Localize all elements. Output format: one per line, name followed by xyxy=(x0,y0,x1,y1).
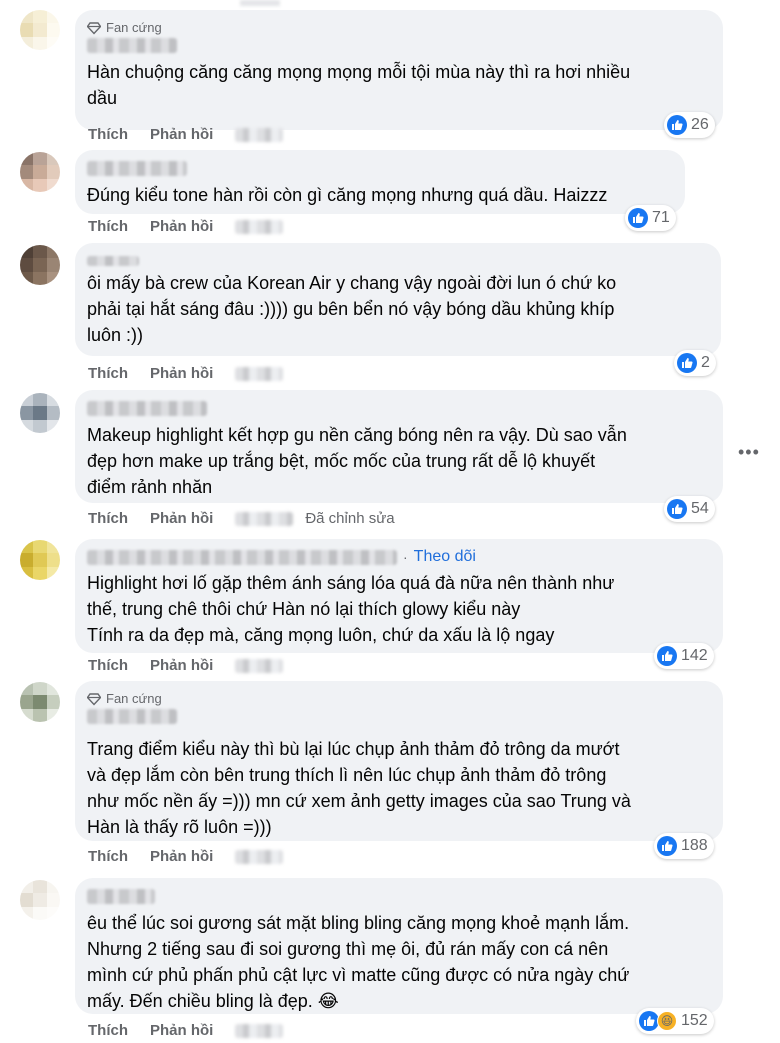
fan-badge-label: Fan cứng xyxy=(106,20,162,35)
like-reaction-icon xyxy=(639,1011,659,1031)
author-name[interactable] xyxy=(87,401,207,416)
avatar[interactable] xyxy=(20,682,60,722)
reaction-count[interactable]: 142 xyxy=(654,643,714,669)
reaction-number: 71 xyxy=(652,209,670,226)
like-button[interactable]: Thích xyxy=(88,510,128,527)
comment-actions: Thích Phản hồi xyxy=(88,126,284,143)
reaction-number: 152 xyxy=(681,1012,708,1029)
reply-button[interactable]: Phản hồi xyxy=(150,510,213,527)
haha-reaction-icon: 😆 xyxy=(657,1011,677,1031)
comment-bubble: êu thể lúc soi gương sát mặt bling bling… xyxy=(75,878,723,1014)
reaction-number: 2 xyxy=(701,354,710,371)
author-name[interactable] xyxy=(87,549,397,565)
author-name[interactable] xyxy=(87,38,177,53)
comment-bubble: Fan cứng Hàn chuộng căng căng mọng mọng … xyxy=(75,10,723,130)
diamond-icon xyxy=(87,21,101,35)
timestamp[interactable] xyxy=(235,849,284,864)
reaction-count[interactable]: 2 xyxy=(674,350,716,376)
like-button[interactable]: Thích xyxy=(88,848,128,865)
comment-actions: Thích Phản hồi xyxy=(88,365,284,382)
follow-button[interactable]: Theo dõi xyxy=(414,548,476,566)
reaction-number: 188 xyxy=(681,837,708,854)
comment-text: Hàn chuộng căng căng mọng mọng mỗi tội m… xyxy=(87,62,631,108)
like-reaction-icon xyxy=(667,499,687,519)
like-button[interactable]: Thích xyxy=(88,657,128,674)
reply-button[interactable]: Phản hồi xyxy=(150,848,213,865)
reaction-count[interactable]: 71 xyxy=(625,205,676,231)
author-name[interactable] xyxy=(87,709,177,724)
reaction-number: 26 xyxy=(691,116,709,133)
reply-button[interactable]: Phản hồi xyxy=(150,126,213,143)
author-name[interactable] xyxy=(87,889,155,904)
author-name[interactable] xyxy=(87,161,187,176)
like-reaction-icon xyxy=(677,353,697,373)
avatar[interactable] xyxy=(20,393,60,433)
like-reaction-icon xyxy=(657,646,677,666)
comment-actions: Thích Phản hồi xyxy=(88,1022,284,1039)
comment-bubble: Fan cứng Trang điểm kiểu này thì bù lại … xyxy=(75,681,723,841)
comment-text: Đúng kiểu tone hàn rồi còn gì căng mọng … xyxy=(87,185,608,205)
comment-text: Trang điểm kiểu này thì bù lại lúc chụp … xyxy=(87,739,631,837)
fan-badge: Fan cứng xyxy=(87,19,711,36)
diamond-icon xyxy=(87,692,101,706)
like-reaction-icon xyxy=(657,836,677,856)
avatar[interactable] xyxy=(20,10,60,50)
reply-button[interactable]: Phản hồi xyxy=(150,1022,213,1039)
timestamp[interactable] xyxy=(235,658,284,673)
like-reaction-icon xyxy=(667,115,687,135)
like-button[interactable]: Thích xyxy=(88,1022,128,1039)
timestamp[interactable] xyxy=(235,219,284,234)
comment-bubble: Makeup highlight kết hợp gu nền căng bón… xyxy=(75,390,723,503)
comment-bubble: Đúng kiểu tone hàn rồi còn gì căng mọng … xyxy=(75,150,685,214)
timestamp[interactable] xyxy=(235,127,284,142)
timestamp[interactable] xyxy=(235,366,284,381)
avatar[interactable] xyxy=(20,540,60,580)
reaction-count[interactable]: 54 xyxy=(664,496,715,522)
like-button[interactable]: Thích xyxy=(88,218,128,235)
reply-button[interactable]: Phản hồi xyxy=(150,365,213,382)
comment-actions: Thích Phản hồi xyxy=(88,657,284,674)
comment-bubble: ôi mấy bà crew của Korean Air y chang vậ… xyxy=(75,243,721,356)
like-button[interactable]: Thích xyxy=(88,365,128,382)
comment-actions: Thích Phản hồi xyxy=(88,848,284,865)
clipped-top-content xyxy=(240,0,280,6)
reaction-number: 142 xyxy=(681,647,708,664)
reaction-count[interactable]: 😆 152 xyxy=(636,1008,714,1034)
comment-bubble: · Theo dõi Highlight hơi lố gặp thêm ánh… xyxy=(75,539,723,653)
author-row: · Theo dõi xyxy=(87,548,711,566)
reaction-count[interactable]: 188 xyxy=(654,833,714,859)
reaction-count[interactable]: 26 xyxy=(664,112,715,138)
like-reaction-icon xyxy=(628,208,648,228)
comment-text: êu thể lúc soi gương sát mặt bling bling… xyxy=(87,913,630,1011)
fan-badge-label: Fan cứng xyxy=(106,691,162,706)
avatar[interactable] xyxy=(20,880,60,920)
reply-button[interactable]: Phản hồi xyxy=(150,218,213,235)
edited-label[interactable]: Đã chỉnh sửa xyxy=(305,510,394,527)
avatar[interactable] xyxy=(20,245,60,285)
avatar[interactable] xyxy=(20,152,60,192)
comment-text: Highlight hơi lố gặp thêm ánh sáng lóa q… xyxy=(87,573,615,645)
comment-text: Makeup highlight kết hợp gu nền căng bón… xyxy=(87,425,627,497)
author-name[interactable] xyxy=(87,256,139,266)
more-options-icon[interactable]: ••• xyxy=(738,442,760,463)
like-button[interactable]: Thích xyxy=(88,126,128,143)
comment-actions: Thích Phản hồi Đã chỉnh sửa xyxy=(88,510,395,527)
timestamp[interactable] xyxy=(235,1023,284,1038)
reply-button[interactable]: Phản hồi xyxy=(150,657,213,674)
fan-badge: Fan cứng xyxy=(87,690,711,707)
timestamp[interactable] xyxy=(235,511,294,526)
comment-actions: Thích Phản hồi xyxy=(88,218,284,235)
separator-dot: · xyxy=(403,549,408,565)
comment-text: ôi mấy bà crew của Korean Air y chang vậ… xyxy=(87,273,617,345)
reaction-number: 54 xyxy=(691,500,709,517)
